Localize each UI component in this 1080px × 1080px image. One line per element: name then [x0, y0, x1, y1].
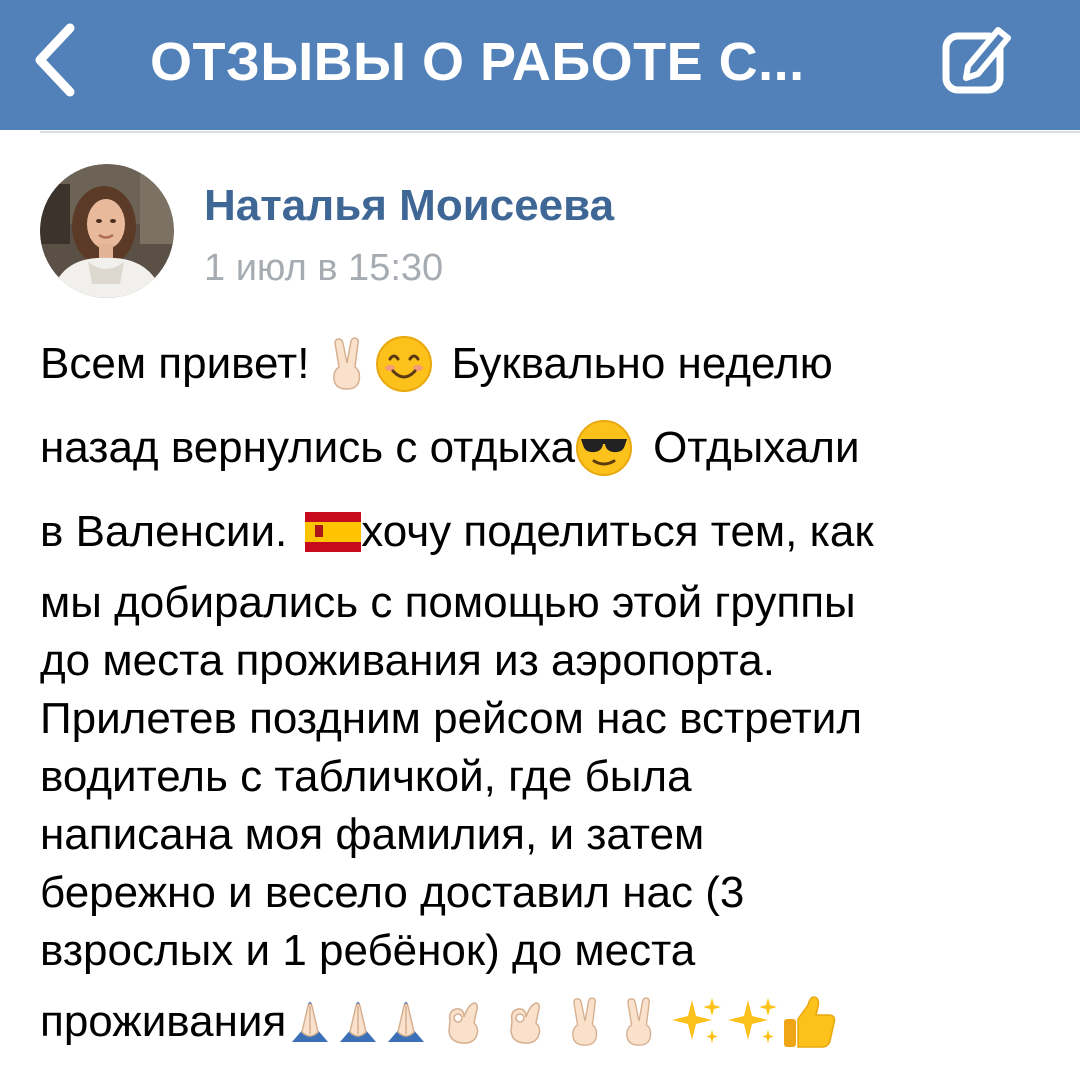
page-title: ОТЗЫВЫ О РАБОТЕ С...: [150, 32, 805, 92]
text-fragment: Отдыхали: [653, 423, 860, 472]
ok-hand-icon: [504, 999, 546, 1045]
folded-hands-icon: [286, 998, 334, 1046]
folded-hands-icon: [334, 998, 382, 1046]
text-fragment: назад вернулись с отдыха: [40, 423, 576, 472]
header-divider: [40, 131, 1080, 133]
text-fragment: Всем привет!: [40, 339, 310, 388]
text-line: мы добирались с помощью этой группы: [40, 578, 856, 627]
chevron-left-icon: [35, 23, 75, 97]
victory-hand-icon: [620, 997, 658, 1047]
avatar[interactable]: [40, 164, 174, 298]
folded-hands-icon: [382, 998, 430, 1046]
text-fragment: Буквально неделю: [451, 339, 833, 388]
sparkles-icon: [728, 996, 780, 1048]
text-line: написана моя фамилия, и затем: [40, 810, 705, 859]
spain-flag-icon: [305, 512, 362, 552]
text-line: бережно и весело доставил нас (3: [40, 868, 745, 917]
ok-hand-icon: [442, 999, 484, 1045]
text-fragment: проживания: [40, 997, 287, 1046]
author-name[interactable]: Наталья Моисеева: [204, 180, 614, 232]
smiling-face-icon: [375, 335, 433, 393]
sparkles-icon: [672, 996, 724, 1048]
post-text: Всем привет! Буквально неделю назад верн…: [40, 322, 1060, 1064]
text-line: проживания: [40, 980, 1060, 1064]
sunglasses-face-icon: [575, 419, 633, 477]
text-fragment: хочу поделиться тем, как: [361, 507, 874, 556]
compose-button[interactable]: [930, 12, 1026, 108]
text-line: Всем привет! Буквально неделю: [40, 322, 1060, 406]
post-date[interactable]: 1 июл в 15:30: [204, 246, 443, 290]
back-button[interactable]: [20, 12, 90, 108]
victory-hand-icon: [566, 997, 604, 1047]
thumbs-up-icon: [780, 993, 838, 1051]
text-line: назад вернулись с отдыха Отдыхали: [40, 406, 1060, 490]
text-line: в Валенсии. хочу поделиться тем, как: [40, 490, 1060, 574]
compose-icon: [942, 27, 1011, 94]
victory-hand-icon: [327, 337, 367, 391]
navigation-bar: ОТЗЫВЫ О РАБОТЕ С...: [0, 0, 1080, 130]
text-line: Прилетев поздним рейсом нас встретил: [40, 694, 862, 743]
text-line: до места проживания из аэропорта.: [40, 636, 776, 685]
text-fragment: в Валенсии.: [40, 507, 288, 556]
text-line: водитель с табличкой, где была: [40, 752, 692, 801]
text-line: взрослых и 1 ребёнок) до места: [40, 926, 696, 975]
